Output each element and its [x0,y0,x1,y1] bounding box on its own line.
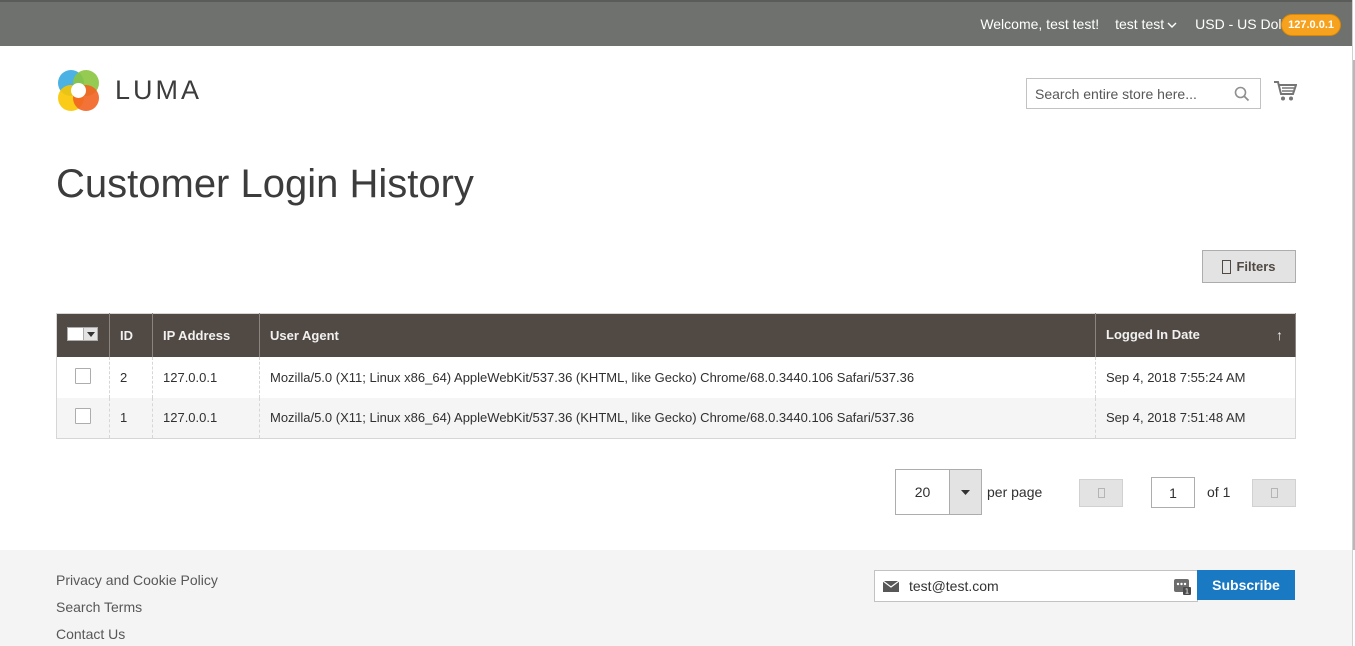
column-header-logged-in-date[interactable]: Logged In Date ↑ [1095,313,1296,357]
account-dropdown[interactable]: test test [1115,16,1177,32]
search-input[interactable] [1027,79,1227,108]
cell-user-agent: Mozilla/5.0 (X11; Linux x86_64) AppleWeb… [259,397,1096,439]
account-name: test test [1115,16,1165,32]
row-checkbox[interactable] [75,367,91,384]
newsletter-field: 1 [874,570,1198,602]
sort-ascending-icon: ↑ [1276,327,1283,344]
login-history-grid: ID IP Address User Agent Logged In Date … [56,313,1296,439]
column-header-user-agent[interactable]: User Agent [259,313,1096,357]
filters-label: Filters [1236,259,1276,274]
previous-page-button[interactable] [1079,479,1123,507]
page-footer: Privacy and Cookie Policy Search Terms C… [0,550,1355,646]
footer-link-search-terms[interactable]: Search Terms [56,599,218,626]
table-row[interactable]: 2 127.0.0.1 Mozilla/5.0 (X11; Linux x86_… [57,356,1296,398]
search-icon[interactable] [1234,86,1250,102]
filter-icon [1222,259,1232,274]
mass-action-header [56,313,110,357]
next-page-button[interactable] [1252,479,1296,507]
filters-button[interactable]: Filters [1202,250,1296,283]
footer-links: Privacy and Cookie Policy Search Terms C… [56,572,218,646]
column-header-logged-in-date-label: Logged In Date [1106,327,1200,343]
ip-badge: 127.0.0.1 [1281,14,1341,36]
column-header-ip[interactable]: IP Address [152,313,260,357]
mail-icon [883,581,899,592]
per-page-label: per page [987,484,1043,500]
column-header-id[interactable]: ID [109,313,153,357]
caret-down-icon [86,331,95,337]
cell-id: 1 [109,397,153,439]
top-panel: Welcome, test test! test test USD - US D… [0,0,1355,46]
autofill-key-icon[interactable]: 1 [1174,578,1191,595]
row-select-cell [56,397,110,439]
per-page-select[interactable]: 20 [895,469,982,515]
newsletter-email-input[interactable] [909,571,1169,601]
chevron-down-icon [1167,22,1177,28]
cell-user-agent: Mozilla/5.0 (X11; Linux x86_64) AppleWeb… [259,356,1096,398]
store-logo[interactable]: LUMA [56,68,202,113]
search-box [1026,78,1261,109]
row-checkbox[interactable] [75,408,91,425]
logo-text: LUMA [115,75,203,105]
page-total-label: of 1 [1207,484,1231,500]
cell-logged-in-date: Sep 4, 2018 7:55:24 AM [1095,356,1296,398]
cell-id: 2 [109,356,153,398]
page-title: Customer Login History [56,162,474,206]
next-page-icon [1270,488,1278,498]
per-page-toggle[interactable] [949,470,981,514]
footer-link-privacy[interactable]: Privacy and Cookie Policy [56,572,218,599]
subscribe-button[interactable]: Subscribe [1197,570,1295,600]
previous-page-icon [1097,488,1105,498]
cell-ip: 127.0.0.1 [152,356,260,398]
cell-ip: 127.0.0.1 [152,397,260,439]
welcome-message: Welcome, test test! [980,16,1100,32]
footer-link-contact[interactable]: Contact Us [56,626,218,646]
row-select-cell [57,357,110,398]
currency-switcher[interactable]: USD - US Dollar [1195,16,1283,32]
luma-logo-icon [58,70,99,111]
panel-links: Welcome, test test! test test USD - US D… [980,2,1341,46]
caret-down-icon [961,489,970,495]
svg-text:1: 1 [1185,588,1189,596]
mass-select-dropdown[interactable] [67,327,98,342]
cell-logged-in-date: Sep 4, 2018 7:51:48 AM [1095,397,1296,439]
mass-select-toggle[interactable] [83,328,97,341]
current-page-input[interactable] [1151,477,1195,508]
table-row[interactable]: 1 127.0.0.1 Mozilla/5.0 (X11; Linux x86_… [56,397,1296,439]
cart-icon[interactable] [1273,80,1297,102]
per-page-value: 20 [914,484,931,500]
grid-header-row: ID IP Address User Agent Logged In Date … [56,313,1296,357]
mass-select-checkbox[interactable] [68,328,83,341]
